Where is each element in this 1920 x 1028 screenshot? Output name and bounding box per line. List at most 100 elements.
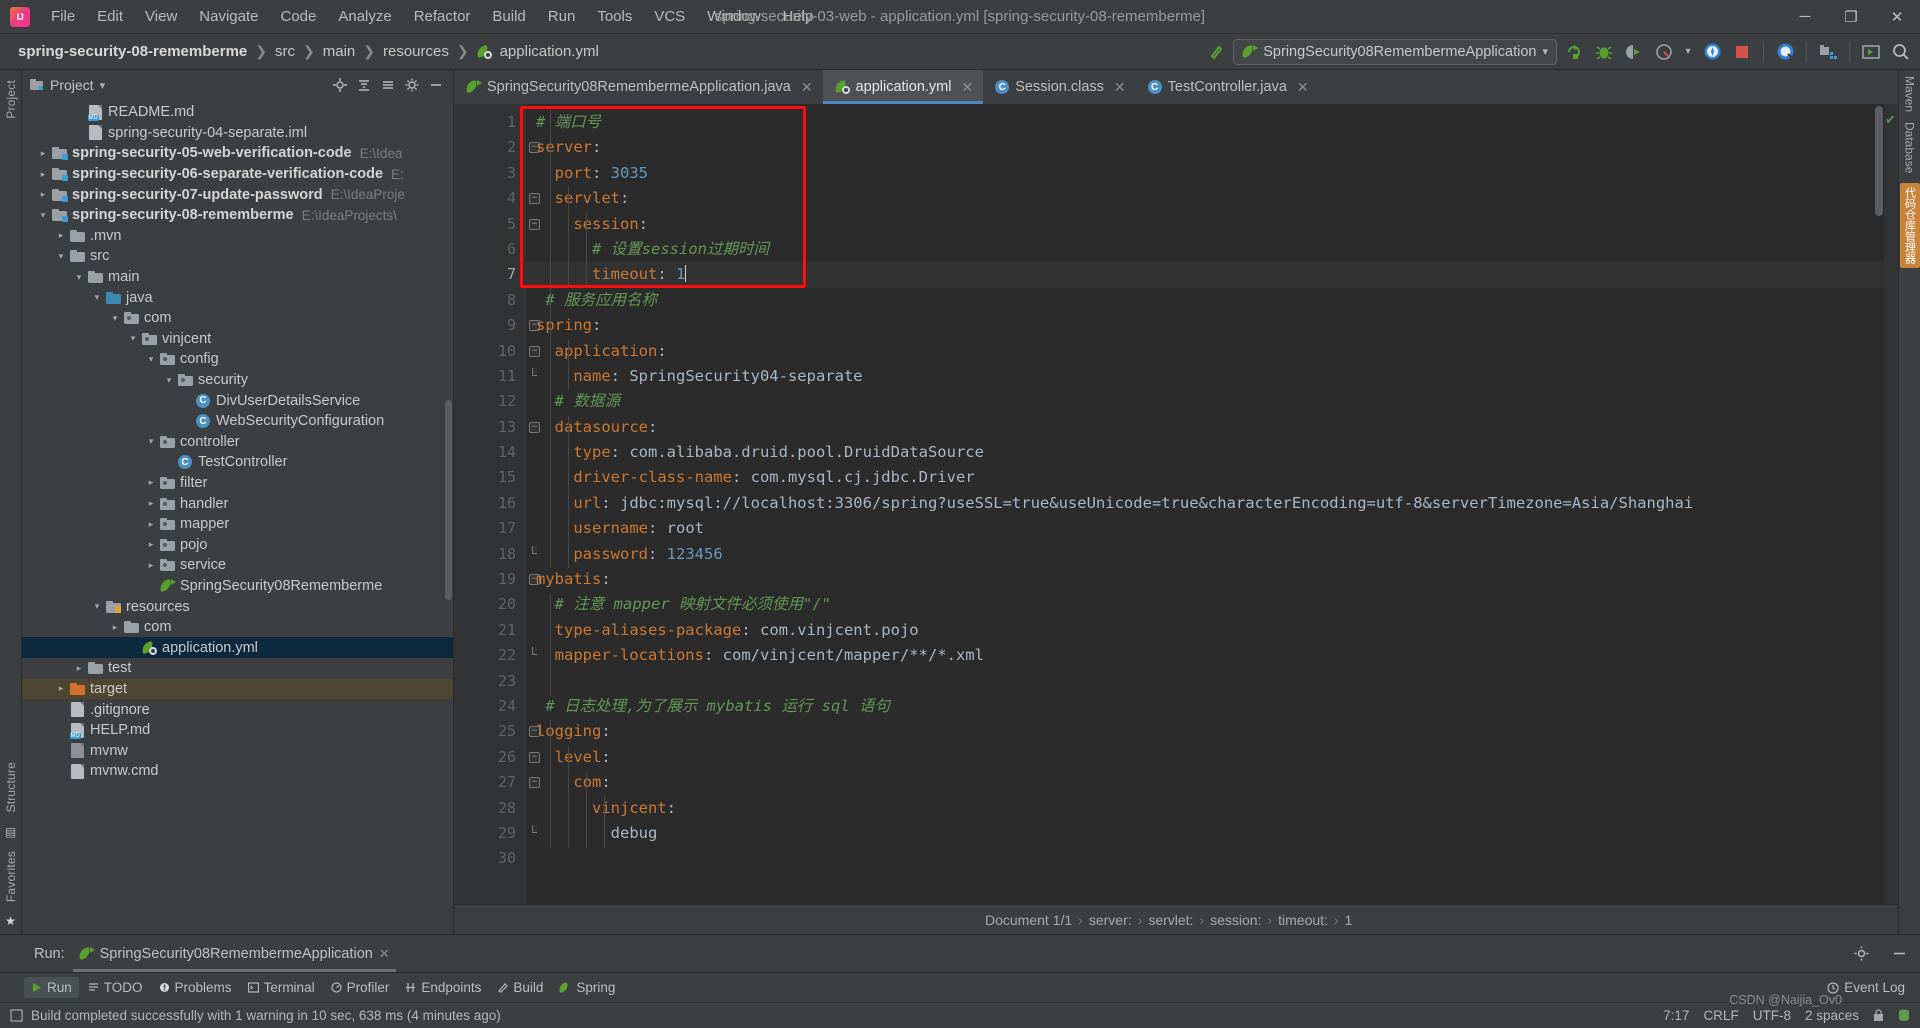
database-icon[interactable] xyxy=(1898,1009,1910,1022)
editor-tab-close-icon[interactable]: ✕ xyxy=(1114,79,1126,96)
chevron-down-icon[interactable]: ▾ xyxy=(1542,45,1548,58)
line-number-18[interactable]: 18 xyxy=(454,542,537,567)
line-number-17[interactable]: 17 xyxy=(454,516,526,541)
line-number-11[interactable]: 11 xyxy=(454,364,537,389)
line-separator[interactable]: CRLF xyxy=(1703,1008,1738,1023)
menu-item-run[interactable]: Run xyxy=(537,4,587,29)
project-tree-scrollbar[interactable] xyxy=(445,400,452,600)
code-line-21[interactable]: type-aliases-package: com.vinjcent.pojo xyxy=(526,618,1884,643)
chevron-right-icon[interactable]: ▸ xyxy=(36,148,50,159)
editor-inspection-rail[interactable]: ✔ xyxy=(1884,104,1898,904)
run-tab[interactable]: SpringSecurity08RemembermeApplication ✕ xyxy=(72,943,396,972)
code-line-26[interactable]: level: xyxy=(526,745,1884,770)
line-number-15[interactable]: 15 xyxy=(454,465,526,490)
line-number-26[interactable]: 26− xyxy=(454,745,540,770)
project-structure-icon[interactable] xyxy=(1815,39,1841,65)
rail-button-database[interactable]: Database xyxy=(1903,122,1917,173)
menu-item-code[interactable]: Code xyxy=(269,4,327,29)
doc-breadcrumb-timeout[interactable]: timeout: xyxy=(1275,912,1331,928)
chevron-right-icon[interactable]: ▸ xyxy=(36,189,50,200)
tree-item-application-yml[interactable]: · application.yml xyxy=(22,637,453,659)
hide-panel-icon[interactable] xyxy=(425,74,447,96)
chevron-down-icon[interactable]: ▾ xyxy=(162,375,176,386)
run-configuration-selector[interactable]: SpringSecurity08RemembermeApplication ▾ xyxy=(1233,38,1557,65)
code-editor[interactable]: 1 2−3 4−5−6 7 8 9−10−11 12 13−14 15 16 17 18 19−20 21… xyxy=(454,104,1898,904)
minimize-button[interactable]: ─ xyxy=(1782,0,1828,34)
code-line-20[interactable]: # 注意 mapper 映射文件必须使用"/" xyxy=(526,592,1884,617)
menu-item-build[interactable]: Build xyxy=(481,4,536,29)
tool-button-build[interactable]: Build xyxy=(490,977,550,998)
editor-tab-session-class[interactable]: C Session.class ✕ xyxy=(983,70,1135,104)
doc-breadcrumb-server[interactable]: server: xyxy=(1086,912,1135,928)
line-number-20[interactable]: 20 xyxy=(454,592,526,617)
collapse-all-icon[interactable] xyxy=(353,74,375,96)
locate-icon[interactable] xyxy=(329,74,351,96)
code-line-25[interactable]: logging: xyxy=(526,719,1884,744)
run-with-coverage-icon[interactable] xyxy=(1621,39,1647,65)
tree-item-divuserdetailsservice[interactable]: ·C DivUserDetailsService xyxy=(22,390,453,411)
search-everywhere-icon[interactable] xyxy=(1772,39,1798,65)
rail-button-structure[interactable]: Structure xyxy=(4,762,18,813)
line-number-23[interactable]: 23 xyxy=(454,669,526,694)
close-button[interactable]: ✕ xyxy=(1874,0,1920,34)
tree-item-mvn[interactable]: ▸ .mvn xyxy=(22,226,453,247)
tool-button-run[interactable]: Run xyxy=(24,977,79,998)
chevron-right-icon[interactable]: ▸ xyxy=(144,560,158,571)
tool-button-problems[interactable]: Problems xyxy=(152,977,239,998)
line-number-10[interactable]: 10− xyxy=(454,339,540,364)
line-number-14[interactable]: 14 xyxy=(454,440,526,465)
code-line-4[interactable]: servlet: xyxy=(526,186,1884,211)
breadcrumb-item-main[interactable]: main xyxy=(319,41,360,62)
chevron-down-icon[interactable]: ▾ xyxy=(90,292,104,303)
breadcrumb[interactable]: spring-security-08-rememberme ❯ src ❯ ma… xyxy=(6,41,603,62)
lock-icon[interactable] xyxy=(1873,1009,1884,1022)
code-line-3[interactable]: port: 3035 xyxy=(526,161,1884,186)
code-line-8[interactable]: # 服务应用名称 xyxy=(526,288,1884,313)
chevron-right-icon[interactable]: ▸ xyxy=(144,519,158,530)
editor-tab-springsecurity08remembermeapplication-java[interactable]: SpringSecurity08RemembermeApplication.ja… xyxy=(454,70,823,104)
line-number-7[interactable]: 7 xyxy=(454,262,537,287)
expand-icon[interactable] xyxy=(377,74,399,96)
chevron-down-icon[interactable]: ▾ xyxy=(36,210,50,221)
chevron-right-icon[interactable]: ▸ xyxy=(54,230,68,241)
editor-tab-close-icon[interactable]: ✕ xyxy=(962,79,974,96)
rail-button-project[interactable]: Project xyxy=(4,80,18,119)
tool-button-endpoints[interactable]: Endpoints xyxy=(398,977,488,998)
project-tree[interactable]: · README.md · spring-security-04-separate.i… xyxy=(22,100,453,934)
line-number-4[interactable]: 4− xyxy=(454,186,540,211)
tree-item-mvnw-cmd[interactable]: · mvnw.cmd xyxy=(22,761,453,782)
profile-icon[interactable] xyxy=(1651,39,1677,65)
gear-icon[interactable] xyxy=(401,74,423,96)
chevron-down-icon[interactable]: ▾ xyxy=(126,333,140,344)
search-icon[interactable] xyxy=(1888,39,1914,65)
chevron-right-icon[interactable]: ▸ xyxy=(72,663,86,674)
menu-item-refactor[interactable]: Refactor xyxy=(403,4,482,29)
line-number-8[interactable]: 8 xyxy=(454,288,526,313)
code-line-1[interactable]: # 端口号 xyxy=(526,110,1884,135)
tree-item-mvnw[interactable]: · mvnw xyxy=(22,740,453,761)
code-content[interactable]: # 端口号 server: port: 3035 servlet: session… xyxy=(526,104,1884,904)
tree-item-help-md[interactable]: · HELP.md xyxy=(22,720,453,741)
line-number-gutter[interactable]: 1 2−3 4−5−6 7 8 9−10−11 12 13−14 15 16 17 18 19−20 21… xyxy=(454,104,540,904)
tree-item-handler[interactable]: ▸ handler xyxy=(22,493,453,514)
tool-button-profiler[interactable]: Profiler xyxy=(324,977,397,998)
run-tab-close-icon[interactable]: ✕ xyxy=(379,946,390,962)
chevron-right-icon[interactable]: ▸ xyxy=(144,498,158,509)
editor-tab-close-icon[interactable]: ✕ xyxy=(801,79,813,96)
tree-item-readme-md[interactable]: · README.md xyxy=(22,102,453,123)
tree-item-com[interactable]: ▸ com xyxy=(22,617,453,638)
rerun-icon[interactable] xyxy=(1561,39,1587,65)
stop-icon[interactable] xyxy=(1729,39,1755,65)
line-number-28[interactable]: 28 xyxy=(454,796,526,821)
tree-item-test[interactable]: ▸ test xyxy=(22,658,453,679)
doc-breadcrumb-servlet[interactable]: servlet: xyxy=(1145,912,1196,928)
tree-item-config[interactable]: ▾ config xyxy=(22,349,453,370)
tool-button-terminal[interactable]: Terminal xyxy=(241,977,322,998)
tree-item-com[interactable]: ▾ com xyxy=(22,308,453,329)
rail-button-code-repo-manager[interactable]: 代码仓库管理器 xyxy=(1899,183,1920,269)
tool-button-spring[interactable]: Spring xyxy=(552,977,622,998)
tree-item-spring-security-05-web-verification-code[interactable]: ▸ spring-security-05-web-verification-cod… xyxy=(22,143,453,164)
line-number-2[interactable]: 2− xyxy=(454,135,540,160)
code-line-24[interactable]: # 日志处理,为了展示 mybatis 运行 sql 语句 xyxy=(526,694,1884,719)
tree-item-filter[interactable]: ▸ filter xyxy=(22,473,453,494)
